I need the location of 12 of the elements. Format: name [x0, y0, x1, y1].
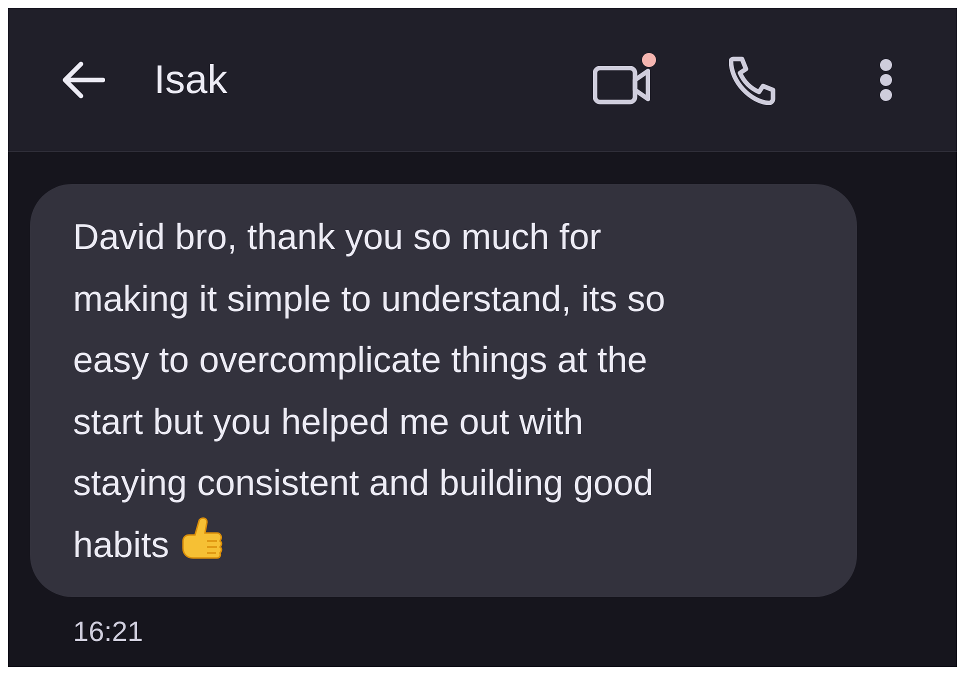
back-arrow-icon	[61, 60, 105, 98]
message-time: 16:21	[73, 615, 144, 649]
message-line: habits	[73, 524, 170, 564]
video-camera-icon	[593, 66, 650, 106]
message-line: staying consistent and building good	[73, 462, 654, 503]
contact-name: Isak	[154, 56, 228, 104]
more-vertical-icon	[879, 58, 893, 102]
more-options-button[interactable]	[879, 58, 893, 102]
message-line: making it simple to understand, its so	[73, 278, 666, 318]
message-line: easy to overcomplicate things at the	[73, 339, 648, 380]
message-line: David bro, thank you so much for	[73, 216, 602, 257]
message-line: start but you helped me out with	[73, 400, 584, 442]
